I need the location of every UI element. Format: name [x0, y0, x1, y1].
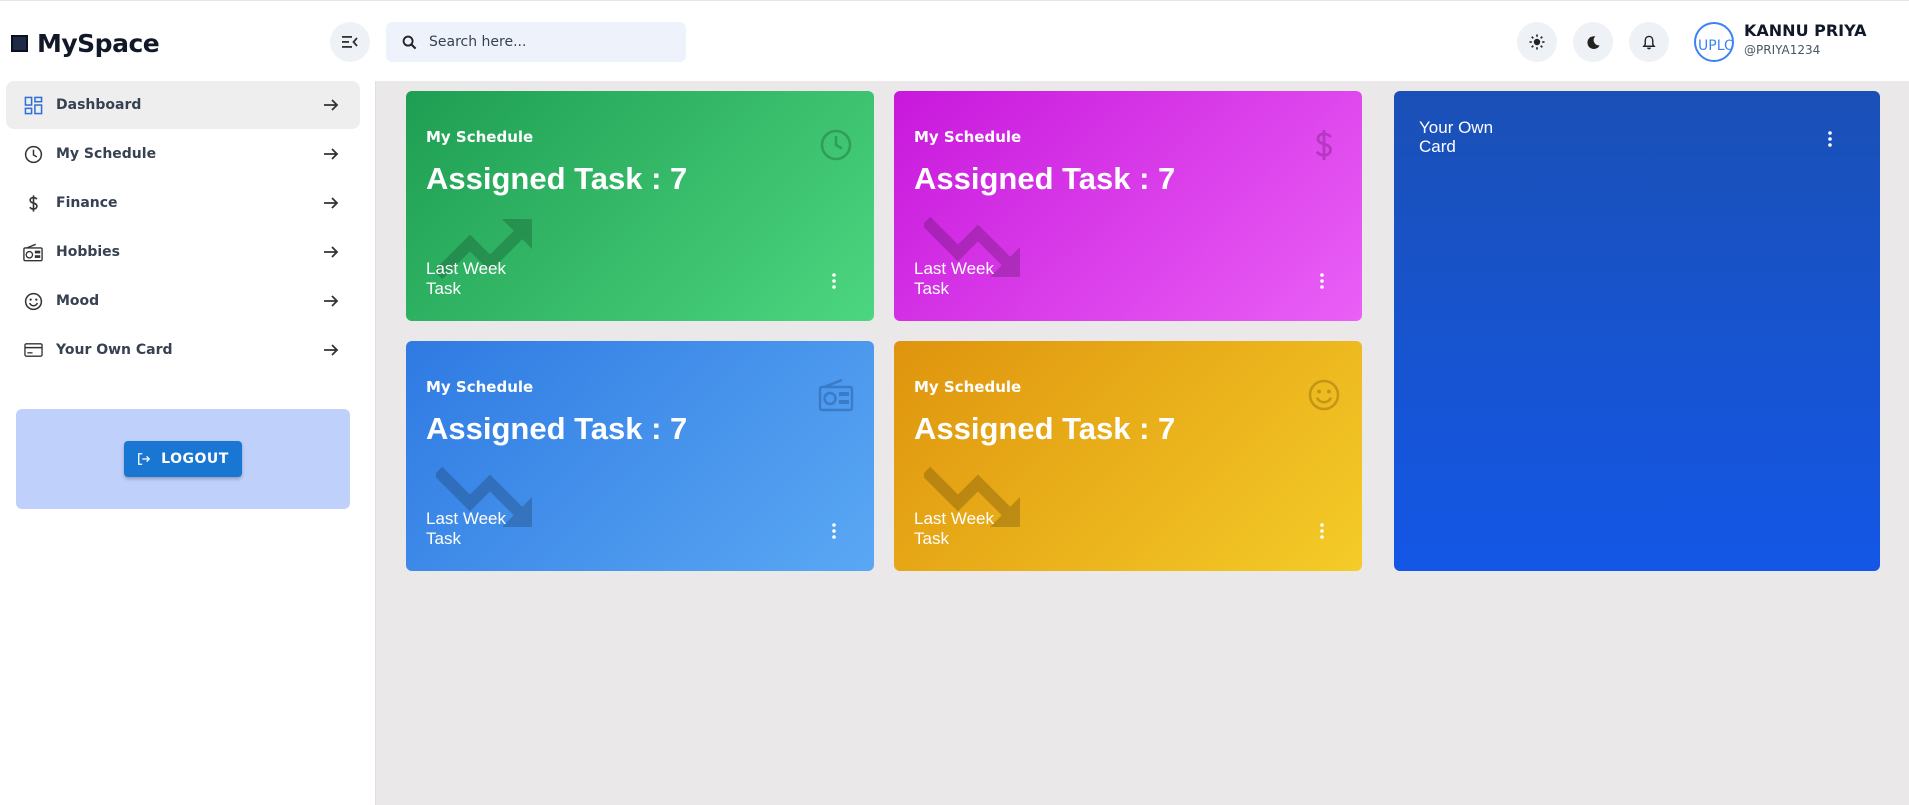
card-small-title: My Schedule: [426, 128, 534, 146]
sidebar-item-your-own-card[interactable]: Your Own Card: [6, 326, 360, 374]
card-big-title: Assigned Task : 7: [914, 411, 1176, 446]
sidebar-item-finance[interactable]: Finance: [6, 179, 360, 227]
dark-mode-button[interactable]: [1573, 22, 1613, 62]
logout-button[interactable]: LOGOUT: [124, 441, 242, 477]
sidebar-item-label: Your Own Card: [56, 342, 173, 358]
more-vert-icon: [1320, 273, 1324, 289]
moon-icon: [1586, 35, 1600, 49]
radio-icon: [23, 242, 43, 262]
top-header: MySpace Search here... UPLO KANNU PRIYA …: [0, 1, 1909, 81]
dollar-icon: [23, 193, 43, 213]
sidebar-item-label: Finance: [56, 195, 118, 211]
card-big-title: Assigned Task : 7: [914, 161, 1176, 196]
notifications-button[interactable]: [1629, 22, 1669, 62]
clock-icon: [820, 129, 852, 161]
sidebar-item-label: Hobbies: [56, 244, 121, 260]
card-big-title: Assigned Task : 7: [426, 411, 688, 446]
smiley-icon: [1308, 379, 1340, 411]
avatar-alt-text: UPLO: [1698, 38, 1734, 54]
user-name: KANNU PRIYA: [1744, 21, 1867, 40]
arrow-right-icon: [324, 246, 339, 258]
search-icon: [402, 35, 417, 49]
card-footer: Last Week Task: [426, 509, 507, 548]
arrow-right-icon: [324, 99, 339, 111]
dollar-icon: [1315, 130, 1333, 160]
card-small-title: My Schedule: [914, 378, 1022, 396]
search-bar: [386, 22, 686, 62]
card-small-title: My Schedule: [914, 128, 1022, 146]
more-vert-icon: [1828, 131, 1832, 147]
more-vert-icon: [1320, 523, 1324, 539]
sidebar-item-dashboard[interactable]: Dashboard: [6, 81, 360, 129]
arrow-right-icon: [324, 295, 339, 307]
sidebar-item-label: My Schedule: [56, 146, 157, 162]
sidebar: Dashboard My Schedule Finance Hobbies Mo…: [0, 81, 375, 805]
logout-panel: LOGOUT: [16, 409, 350, 509]
sidebar-item-my-schedule[interactable]: My Schedule: [6, 130, 360, 178]
arrow-right-icon: [324, 197, 339, 209]
dashboard-icon: [23, 95, 43, 115]
own-card-title: Your Own Card: [1419, 118, 1494, 156]
sidebar-item-label: Mood: [56, 293, 100, 309]
card-small-title: My Schedule: [426, 378, 534, 396]
sidebar-item-label: Dashboard: [56, 97, 142, 113]
more-options-button[interactable]: [1312, 519, 1332, 543]
logout-label: LOGOUT: [161, 451, 229, 467]
clock-icon: [23, 144, 43, 164]
schedule-card[interactable]: My Schedule Assigned Task : 7 Last Week …: [406, 91, 874, 321]
more-options-button[interactable]: [824, 269, 844, 293]
light-mode-button[interactable]: [1517, 22, 1557, 62]
brand[interactable]: MySpace: [11, 29, 160, 58]
card-icon: [23, 340, 43, 360]
more-options-button[interactable]: [1312, 269, 1332, 293]
schedule-card[interactable]: My Schedule Assigned Task : 7 Last Week …: [894, 91, 1362, 321]
bell-icon: [1642, 35, 1656, 49]
schedule-card[interactable]: My Schedule Assigned Task : 7 Last Week …: [894, 341, 1362, 571]
card-footer: Last Week Task: [914, 259, 995, 298]
arrow-right-icon: [324, 148, 339, 160]
your-own-card[interactable]: Your Own Card: [1394, 91, 1880, 571]
card-footer: Last Week Task: [426, 259, 507, 298]
menu-collapse-button[interactable]: [330, 22, 370, 62]
radio-icon: [818, 378, 854, 412]
arrow-right-icon: [324, 344, 339, 356]
card-footer: Last Week Task: [914, 509, 995, 548]
brand-logo-icon: [11, 35, 28, 52]
avatar[interactable]: UPLO: [1694, 22, 1734, 62]
main-content: My Schedule Assigned Task : 7 Last Week …: [375, 81, 1909, 805]
smiley-icon: [23, 291, 43, 311]
user-handle: @PRIYA1234: [1744, 43, 1821, 57]
sidebar-item-hobbies[interactable]: Hobbies: [6, 228, 360, 276]
more-options-button[interactable]: [824, 519, 844, 543]
more-options-button[interactable]: [1820, 127, 1840, 151]
more-vert-icon: [832, 523, 836, 539]
menu-collapse-icon: [342, 36, 358, 48]
more-vert-icon: [832, 273, 836, 289]
card-big-title: Assigned Task : 7: [426, 161, 688, 196]
schedule-card[interactable]: My Schedule Assigned Task : 7 Last Week …: [406, 341, 874, 571]
brand-name: MySpace: [37, 29, 160, 58]
search-input[interactable]: [429, 34, 669, 50]
logout-icon: [138, 453, 151, 465]
sun-icon: [1529, 34, 1545, 50]
sidebar-item-mood[interactable]: Mood: [6, 277, 360, 325]
